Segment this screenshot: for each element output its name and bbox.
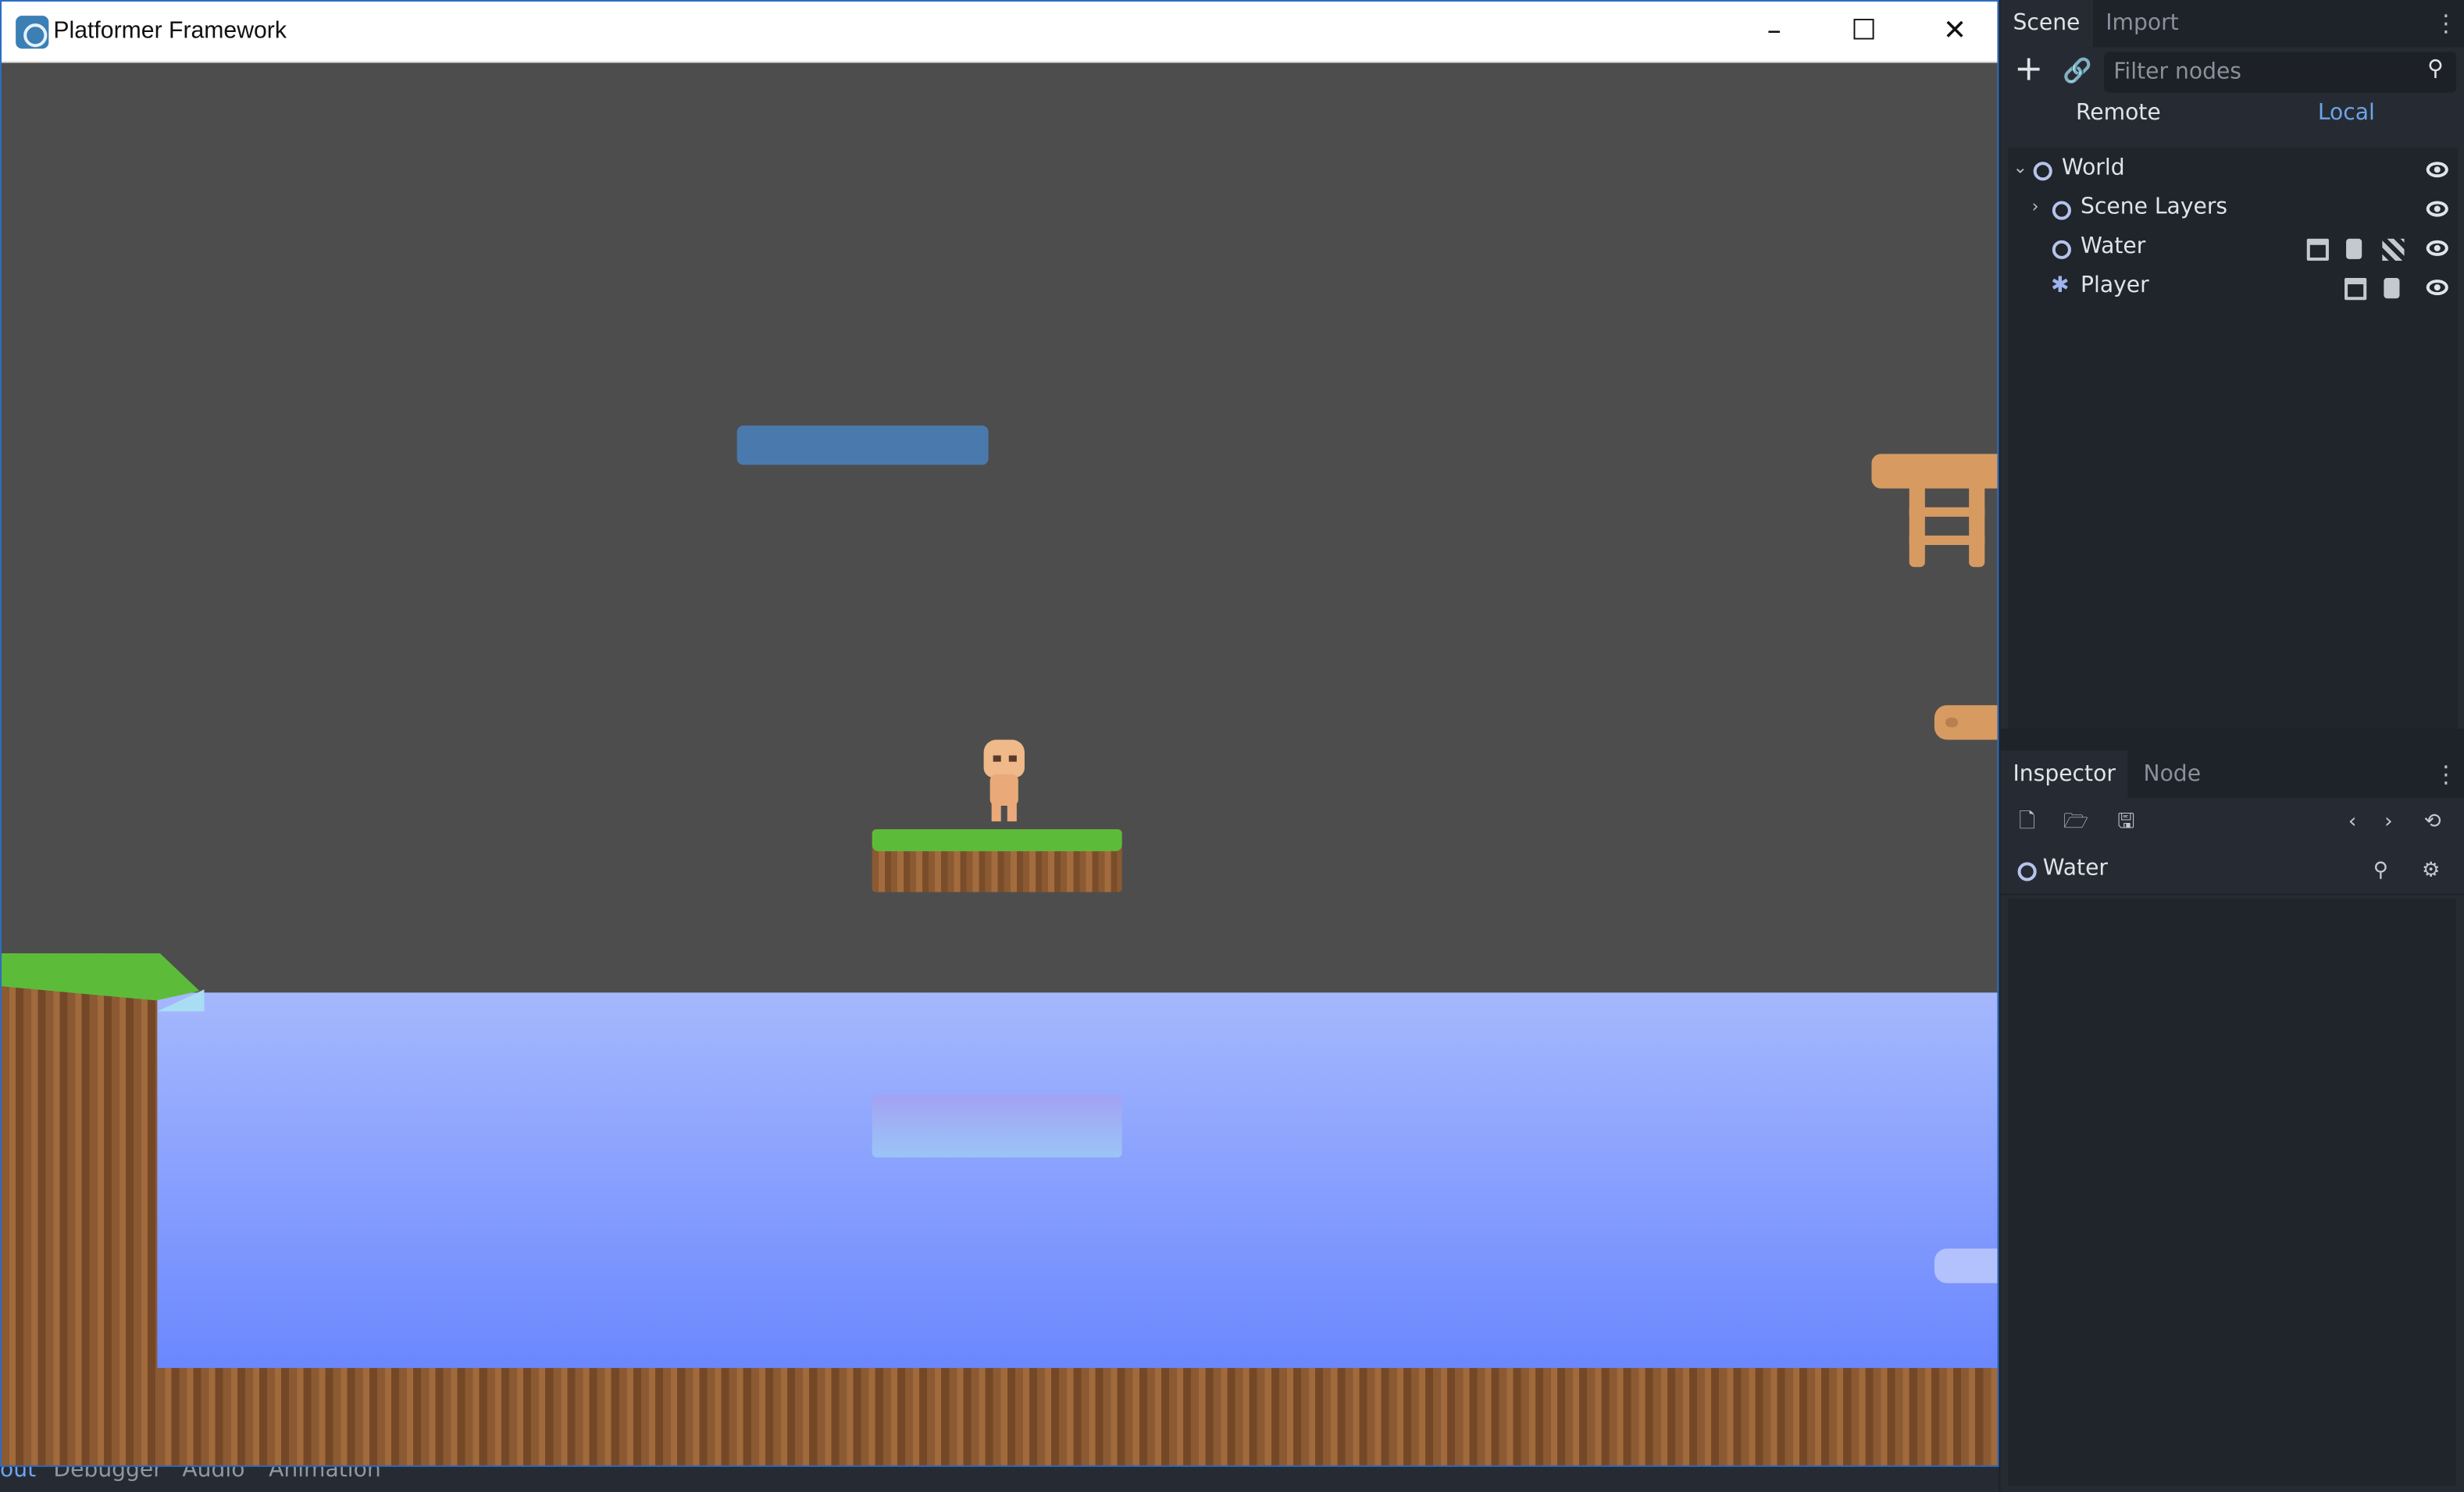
minimize-button[interactable]: – bbox=[1754, 11, 1795, 52]
dirt-ground bbox=[157, 1368, 1998, 1465]
screen: Platformer Framework – ☐ ✕ out Debugger … bbox=[0, 0, 2464, 1492]
remote-button[interactable]: Remote bbox=[2076, 101, 2161, 126]
platform-reflection bbox=[872, 1095, 1122, 1158]
game-window[interactable]: Platformer Framework – ☐ ✕ bbox=[0, 0, 1999, 1467]
visibility-eye-icon[interactable] bbox=[2426, 240, 2448, 256]
tab-import[interactable]: Import bbox=[2093, 0, 2191, 47]
remote-local-toggle: Remote Local bbox=[2000, 101, 2464, 141]
tree-node-world[interactable]: ⌄ World bbox=[2008, 152, 2457, 191]
chevron-down-icon[interactable]: ⌄ bbox=[2013, 157, 2028, 177]
add-node-icon[interactable]: + bbox=[2011, 52, 2045, 87]
new-resource-icon[interactable]: 🗋 bbox=[2015, 810, 2040, 835]
window-title: Platformer Framework bbox=[53, 17, 287, 45]
tab-node[interactable]: Node bbox=[2131, 751, 2213, 798]
history-forward-icon[interactable]: › bbox=[2376, 810, 2401, 835]
inspector-dock-tabs: Inspector Node ⋮ bbox=[2000, 750, 2464, 798]
node-icon bbox=[2052, 201, 2071, 220]
close-button[interactable]: ✕ bbox=[1934, 11, 1975, 52]
floating-platform bbox=[736, 426, 989, 465]
visibility-eye-icon[interactable] bbox=[2426, 162, 2448, 178]
node-icon bbox=[2052, 240, 2071, 259]
tab-scene[interactable]: Scene bbox=[2000, 0, 2093, 48]
tree-node-label: World bbox=[2061, 155, 2125, 181]
tree-node-label: Player bbox=[2081, 273, 2149, 299]
search-icon: ⚲ bbox=[2427, 56, 2444, 82]
tab-animation[interactable]: Animation bbox=[269, 1467, 381, 1483]
filter-box[interactable]: ⚲ bbox=[2104, 52, 2456, 93]
node-icon bbox=[2033, 162, 2052, 181]
plank-reflection bbox=[1934, 1248, 1998, 1284]
chevron-right-icon[interactable]: › bbox=[2032, 196, 2039, 216]
tab-inspector[interactable]: Inspector bbox=[2000, 750, 2129, 798]
tab-audio[interactable]: Audio bbox=[182, 1467, 244, 1483]
scene-panel: + 🔗 ⚲ Remote Local ⌄ World › bbox=[2000, 47, 2464, 732]
grass-platform bbox=[872, 829, 1122, 892]
visibility-eye-icon[interactable] bbox=[2426, 280, 2448, 296]
history-back-icon[interactable]: ‹ bbox=[2340, 810, 2365, 835]
clapperboard-icon[interactable] bbox=[2306, 238, 2329, 261]
scene-tree: ⌄ World › Scene Layers Water ✱ Player bbox=[2008, 148, 2458, 729]
inspector-property-area bbox=[2008, 898, 2456, 1486]
water-surface bbox=[157, 992, 1998, 1370]
tree-node-player[interactable]: ✱ Player bbox=[2008, 270, 2457, 309]
scene-dock-tabs: Scene Import ⋮ bbox=[2000, 0, 2464, 48]
inspector-toolbar: 🗋 🗁 🖫 ‹ › ⟲ bbox=[2000, 798, 2464, 848]
search-icon[interactable]: ⚲ bbox=[2368, 859, 2393, 884]
texture-icon[interactable] bbox=[2382, 238, 2405, 261]
local-button[interactable]: Local bbox=[2318, 101, 2375, 126]
tab-output[interactable]: out bbox=[0, 1467, 36, 1483]
filter-nodes-input[interactable] bbox=[2113, 56, 2412, 88]
link-icon[interactable]: 🔗 bbox=[2060, 53, 2095, 87]
more-options-icon[interactable]: ⋮ bbox=[2434, 757, 2458, 792]
maximize-button[interactable]: ☐ bbox=[1843, 11, 1884, 52]
godot-logo-icon bbox=[16, 16, 49, 49]
tree-node-water[interactable]: Water bbox=[2008, 231, 2457, 270]
tree-node-label: Water bbox=[2081, 233, 2146, 259]
ladder bbox=[1871, 454, 1998, 572]
script-icon[interactable] bbox=[2384, 278, 2400, 299]
scene-toolbar: + 🔗 ⚲ bbox=[2000, 47, 2464, 97]
editor-dock: Scene Import ⋮ + 🔗 ⚲ Remote Local ⌄ bbox=[2000, 0, 2464, 1492]
tree-node-label: Scene Layers bbox=[2081, 194, 2228, 220]
object-tools-icon[interactable]: ⚙ bbox=[2419, 859, 2444, 884]
player-character bbox=[979, 739, 1029, 822]
inspected-object-label: Water bbox=[2042, 856, 2109, 881]
visibility-eye-icon[interactable] bbox=[2426, 201, 2448, 217]
dirt-cliff bbox=[2, 953, 158, 1465]
clapperboard-icon[interactable] bbox=[2345, 278, 2367, 301]
open-folder-icon[interactable]: 🗁 bbox=[2063, 810, 2088, 835]
tab-debugger[interactable]: Debugger bbox=[53, 1467, 162, 1483]
history-icon[interactable]: ⟲ bbox=[2420, 810, 2445, 835]
save-icon[interactable]: 🖫 bbox=[2113, 810, 2138, 835]
script-icon[interactable] bbox=[2346, 238, 2362, 259]
kinematic-body-icon: ✱ bbox=[2051, 273, 2070, 299]
title-bar[interactable]: Platformer Framework – ☐ ✕ bbox=[2, 2, 1998, 63]
bottom-panel-tabs: out Debugger Audio Animation bbox=[0, 1466, 1999, 1492]
more-options-icon[interactable]: ⋮ bbox=[2434, 6, 2458, 41]
game-viewport[interactable] bbox=[2, 62, 1998, 1465]
node-icon bbox=[2017, 862, 2037, 881]
inspected-object[interactable]: Water ⚲ ⚙ bbox=[2000, 848, 2464, 896]
wooden-plank bbox=[1934, 705, 1998, 740]
tree-node-scene-layers[interactable]: › Scene Layers bbox=[2008, 191, 2457, 230]
inspector-panel: 🗋 🗁 🖫 ‹ › ⟲ Water ⚲ ⚙ bbox=[2000, 797, 2464, 1492]
